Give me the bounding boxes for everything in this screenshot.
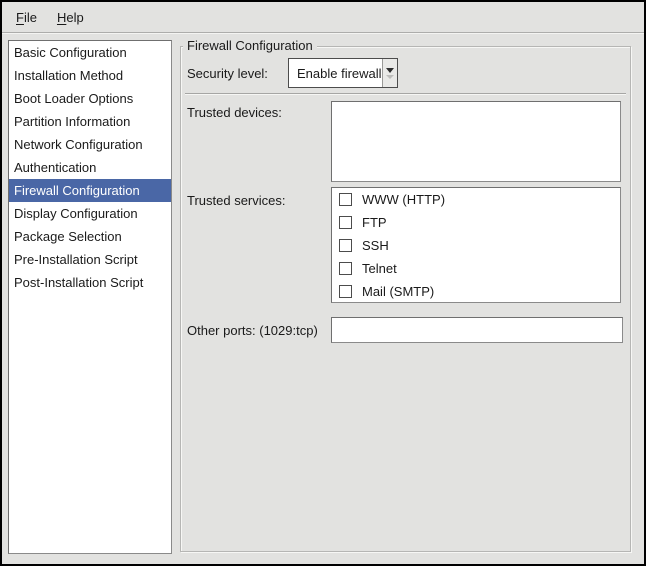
service-label: Mail (SMTP) — [362, 284, 434, 299]
checkbox-unchecked-icon[interactable] — [339, 216, 352, 229]
service-label: SSH — [362, 238, 389, 253]
menu-help-label: elp — [66, 10, 83, 25]
service-label: FTP — [362, 215, 387, 230]
trusted-services-label: Trusted services: — [187, 193, 286, 208]
menu-bar: File Help — [2, 2, 644, 33]
sidebar-item-pre-installation-script[interactable]: Pre-Installation Script — [9, 248, 171, 271]
dropdown-arrow-icon — [382, 59, 397, 87]
service-row-www-http[interactable]: WWW (HTTP) — [332, 188, 620, 211]
service-label: WWW (HTTP) — [362, 192, 445, 207]
menu-file[interactable]: File — [6, 2, 47, 32]
service-row-ftp[interactable]: FTP — [332, 211, 620, 234]
sidebar-item-boot-loader-options[interactable]: Boot Loader Options — [9, 87, 171, 110]
section-list: Basic Configuration Installation Method … — [8, 40, 172, 554]
other-ports-input[interactable] — [331, 317, 623, 343]
menu-file-mnemonic: F — [16, 10, 24, 25]
menu-help-mnemonic: H — [57, 10, 66, 25]
service-row-ssh[interactable]: SSH — [332, 234, 620, 257]
trusted-services-list: WWW (HTTP) FTP SSH Telnet Mail (SMTP) — [331, 187, 621, 303]
frame-title: Firewall Configuration — [183, 38, 317, 53]
checkbox-unchecked-icon[interactable] — [339, 262, 352, 275]
sidebar-item-authentication[interactable]: Authentication — [9, 156, 171, 179]
other-ports-row: Other ports: (1029:tcp) — [187, 317, 318, 343]
other-ports-label: Other ports: (1029:tcp) — [187, 323, 318, 338]
menu-file-label: ile — [24, 10, 37, 25]
menu-help[interactable]: Help — [47, 2, 94, 32]
kickstart-configurator-window: File Help Basic Configuration Installati… — [0, 0, 646, 566]
sidebar-item-display-configuration[interactable]: Display Configuration — [9, 202, 171, 225]
sidebar-item-basic-configuration[interactable]: Basic Configuration — [9, 41, 171, 64]
security-level-dropdown[interactable]: Enable firewall — [288, 58, 398, 88]
sidebar-item-package-selection[interactable]: Package Selection — [9, 225, 171, 248]
service-label: Telnet — [362, 261, 397, 276]
sidebar-item-post-installation-script[interactable]: Post-Installation Script — [9, 271, 171, 294]
main-content: Basic Configuration Installation Method … — [2, 33, 644, 564]
checkbox-unchecked-icon[interactable] — [339, 193, 352, 206]
service-row-mail-smtp[interactable]: Mail (SMTP) — [332, 280, 620, 303]
sidebar-item-firewall-configuration[interactable]: Firewall Configuration — [9, 179, 171, 202]
checkbox-unchecked-icon[interactable] — [339, 239, 352, 252]
trusted-devices-label: Trusted devices: — [187, 105, 282, 120]
trusted-devices-list[interactable] — [331, 101, 621, 182]
checkbox-unchecked-icon[interactable] — [339, 285, 352, 298]
security-level-value: Enable firewall — [289, 59, 382, 87]
security-level-row: Security level: — [187, 58, 268, 88]
security-level-label: Security level: — [187, 66, 268, 81]
sidebar-item-partition-information[interactable]: Partition Information — [9, 110, 171, 133]
sidebar-item-installation-method[interactable]: Installation Method — [9, 64, 171, 87]
service-row-telnet[interactable]: Telnet — [332, 257, 620, 280]
sidebar-item-network-configuration[interactable]: Network Configuration — [9, 133, 171, 156]
firewall-configuration-frame: Firewall Configuration Security level: E… — [180, 46, 631, 552]
horizontal-separator — [185, 93, 626, 95]
